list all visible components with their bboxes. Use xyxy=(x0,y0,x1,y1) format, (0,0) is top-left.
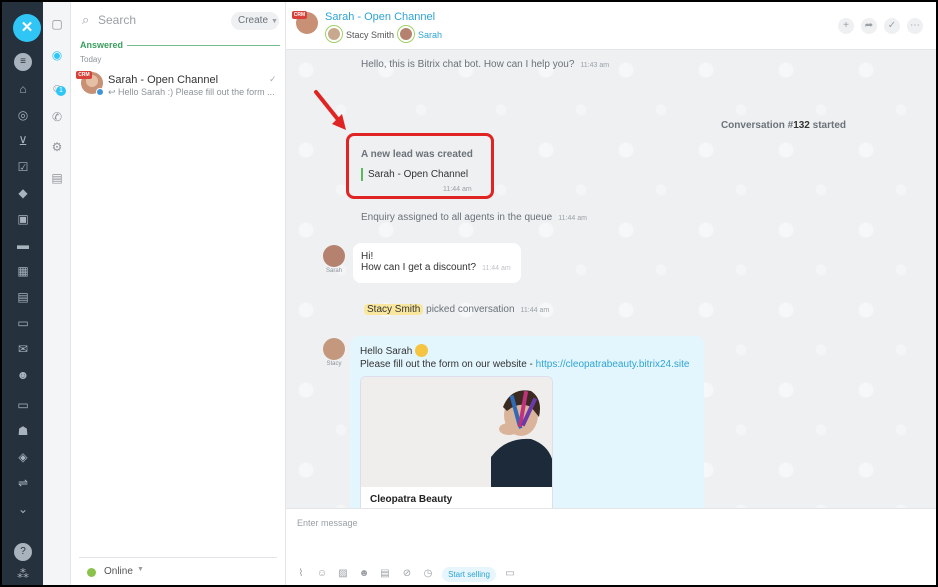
robot-icon[interactable]: ☗ xyxy=(14,422,32,440)
avatar xyxy=(326,26,342,42)
chats-icon[interactable]: ▢ xyxy=(49,16,65,32)
chat-title[interactable]: Sarah - Open Channel xyxy=(325,11,435,23)
messenger-side-panel: ▢ ◉ ☺ 1 ✆ ⚙ ▤ xyxy=(43,2,71,585)
message-composer: Enter message ⌇ ☺ ▨ ☻ ▤ ⊘ ◷ Start sellin… xyxy=(286,508,936,585)
filter-icon[interactable]: ≡ xyxy=(14,53,32,71)
red-arrow-annotation xyxy=(314,90,346,130)
message-input[interactable]: Enter message xyxy=(297,518,358,528)
app-window: ✕ ≡ ⌂ ◎ ⊻ ☑ ◆ ▣ ▬ ▦ ▤ ▭ ✉ ☻ ▭ ☗ ◈ ⇌ ⌄ ? … xyxy=(2,2,936,585)
status-footer[interactable]: Online ▼ xyxy=(79,557,277,585)
target-icon[interactable]: ◎ xyxy=(14,106,32,124)
chat-area: CRM Sarah - Open Channel Stacy Smith Sar… xyxy=(286,2,936,585)
file-icon[interactable]: ▤ xyxy=(14,288,32,306)
home-icon[interactable]: ⌂ xyxy=(14,80,32,98)
documents-icon[interactable]: ▭ xyxy=(504,568,516,580)
search-icon: ⌕ xyxy=(82,12,90,27)
incoming-message: Hi! How can I get a discount? 11:44 am xyxy=(353,243,521,283)
open-channels-icon[interactable]: ◉ xyxy=(49,47,65,63)
crm-badge: CRM xyxy=(292,11,307,19)
storage-icon[interactable]: ▭ xyxy=(14,314,32,332)
canned-icon[interactable]: ▤ xyxy=(379,568,391,580)
hide-icon[interactable]: ⊘ xyxy=(401,568,413,580)
system-message: Hello, this is Bitrix chat bot. How can … xyxy=(361,59,610,70)
participant-name[interactable]: Stacy Smith xyxy=(346,30,394,40)
settings-sliders-icon[interactable]: ⇌ xyxy=(14,474,32,492)
history-icon[interactable]: ◷ xyxy=(422,568,434,580)
add-user-icon[interactable]: + xyxy=(838,18,854,34)
start-selling-button[interactable]: Start selling xyxy=(442,567,496,582)
messages-icon[interactable]: ▬ xyxy=(14,236,32,254)
conversation-started: Conversation #132 started xyxy=(720,120,846,131)
quick-answers-icon[interactable]: ▨ xyxy=(337,568,349,580)
check-icon: ✓ xyxy=(269,74,277,84)
transfer-icon[interactable]: ➦ xyxy=(861,18,877,34)
mail-icon[interactable]: ✉ xyxy=(14,340,32,358)
attach-icon[interactable]: ⌇ xyxy=(295,568,307,580)
more-options-icon[interactable]: ⋯ xyxy=(907,18,923,34)
tasks-icon[interactable]: ☑ xyxy=(14,158,32,176)
avatar-name: Stacy xyxy=(326,361,342,367)
preview-image xyxy=(361,377,552,487)
create-button[interactable]: Create ▼ xyxy=(231,12,279,30)
phone-icon[interactable]: ✆ xyxy=(49,109,65,125)
website-link[interactable]: https://cleopatrabeauty.bitrix24.site xyxy=(536,359,690,370)
lead-title: A new lead was created xyxy=(361,149,473,160)
outgoing-message: Hello Sarah Please fill out the form on … xyxy=(350,336,704,508)
lead-name[interactable]: Sarah - Open Channel xyxy=(368,169,468,180)
calendar-icon[interactable]: ▦ xyxy=(14,262,32,280)
lead-bar xyxy=(361,168,363,181)
system-message: Enquiry assigned to all agents in the qu… xyxy=(361,212,587,223)
list-item[interactable]: CRM Sarah - Open Channel ↩ Hello Sarah :… xyxy=(71,68,285,102)
emoji-icon[interactable]: ☻ xyxy=(358,568,370,580)
notification-count-badge: 1 xyxy=(56,86,66,96)
reply-icon: ↩ xyxy=(108,87,119,97)
link-preview-card[interactable]: Cleopatra Beauty xyxy=(360,376,553,508)
chat-preview: ↩ Hello Sarah :) Please fill out the for… xyxy=(108,87,275,97)
chat-name: Sarah - Open Channel xyxy=(108,74,219,86)
card-title: Cleopatra Beauty xyxy=(370,494,453,505)
agent-tag[interactable]: Stacy Smith xyxy=(364,304,424,315)
avatar-name: Sarah xyxy=(325,268,342,274)
users-icon[interactable]: ☻ xyxy=(14,366,32,384)
left-nav-rail: ✕ ≡ ⌂ ◎ ⊻ ☑ ◆ ▣ ▬ ▦ ▤ ▭ ✉ ☻ ▭ ☗ ◈ ⇌ ⌄ ? … xyxy=(2,2,43,585)
search-input[interactable]: Search xyxy=(98,13,136,27)
close-button[interactable]: ✕ xyxy=(13,14,41,42)
telegram-icon xyxy=(96,88,104,96)
gear-icon[interactable]: ⚙ xyxy=(49,139,65,155)
chevron-down-icon: ▼ xyxy=(137,566,144,573)
avatar xyxy=(323,245,345,267)
finish-icon[interactable]: ✓ xyxy=(884,18,900,34)
timestamp: 11:44 am xyxy=(443,186,472,193)
user-icon[interactable]: ☺ xyxy=(316,568,328,580)
chevron-down-icon: ▼ xyxy=(271,18,278,25)
smile-emoji-icon xyxy=(415,344,429,357)
org-structure-icon[interactable]: ⁂ xyxy=(14,565,32,583)
participant-name[interactable]: Sarah xyxy=(418,30,442,40)
section-header: Answered xyxy=(80,40,124,50)
notes-icon[interactable]: ▤ xyxy=(49,170,65,186)
online-status-icon xyxy=(87,568,96,577)
contact-card-icon[interactable]: ▭ xyxy=(14,396,32,414)
lead-created-message: A new lead was created Sarah - Open Chan… xyxy=(346,133,494,199)
chat-header: CRM Sarah - Open Channel Stacy Smith Sar… xyxy=(286,2,936,50)
more-icon[interactable]: ⌄ xyxy=(14,500,32,518)
chat-group-icon[interactable]: ◆ xyxy=(14,184,32,202)
document-icon[interactable]: ▣ xyxy=(14,210,32,228)
status-label: Online xyxy=(104,566,133,577)
divider xyxy=(127,45,280,46)
crm-badge: CRM xyxy=(76,71,92,79)
day-label: Today xyxy=(80,55,102,64)
avatar xyxy=(398,26,414,42)
avatar xyxy=(323,338,345,360)
message-feed[interactable]: Hello, this is Bitrix chat bot. How can … xyxy=(286,50,936,508)
help-icon[interactable]: ? xyxy=(14,543,32,561)
conversation-list: ⌕ Search Create ▼ Answered Today CRM Sara… xyxy=(71,2,286,585)
cube-icon[interactable]: ◈ xyxy=(14,448,32,466)
cart-icon[interactable]: ⊻ xyxy=(14,132,32,150)
system-message: Stacy Smith picked conversation 11:44 am xyxy=(364,304,549,315)
